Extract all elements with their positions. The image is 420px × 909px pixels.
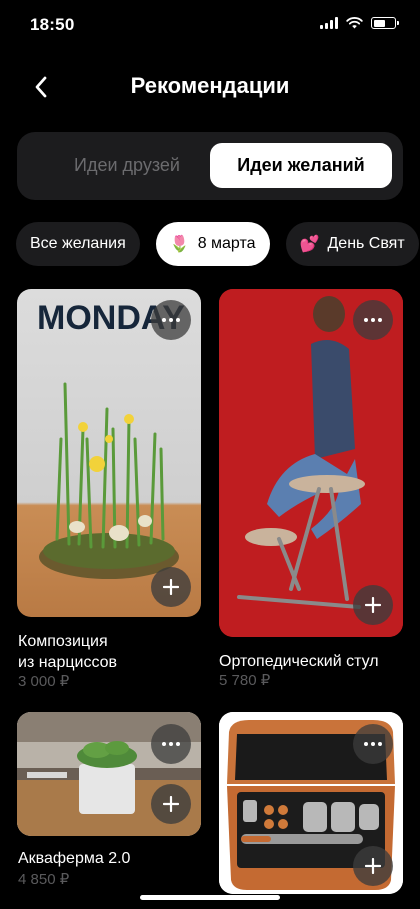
segmented-control: Идеи друзей Идеи желаний bbox=[17, 132, 403, 200]
add-wish-button[interactable] bbox=[151, 784, 191, 824]
page-title: Рекомендации bbox=[130, 73, 290, 98]
hearts-icon: 💕 bbox=[299, 236, 320, 253]
product-price: 3 000 ₽ bbox=[18, 673, 70, 690]
product-price: 5 780 ₽ bbox=[219, 672, 271, 689]
chip-label: 8 марта bbox=[197, 235, 256, 252]
product-title: Композиция из нарциссов bbox=[18, 633, 118, 671]
plus-icon bbox=[163, 796, 179, 812]
plus-icon bbox=[163, 579, 179, 595]
category-chips: Все желания 🌷 8 марта 💕 День Свят bbox=[16, 222, 419, 266]
product-price: 4 850 ₽ bbox=[18, 871, 70, 888]
chip-label: День Свят bbox=[327, 235, 405, 252]
product-card[interactable] bbox=[219, 712, 403, 894]
plus-icon bbox=[365, 597, 381, 613]
home-indicator bbox=[140, 895, 280, 900]
cellular-signal-icon bbox=[320, 17, 338, 29]
tulip-icon: 🌷 bbox=[169, 236, 190, 253]
status-time: 18:50 bbox=[30, 15, 75, 34]
more-options-button[interactable] bbox=[353, 724, 393, 764]
tab-friends-ideas[interactable]: Идеи друзей bbox=[35, 143, 219, 188]
add-wish-button[interactable] bbox=[353, 585, 393, 625]
tab-wish-ideas[interactable]: Идеи желаний bbox=[210, 143, 392, 188]
product-title: Акваферма 2.0 bbox=[18, 850, 131, 867]
add-wish-button[interactable] bbox=[353, 846, 393, 886]
status-icons bbox=[320, 17, 399, 29]
plus-icon bbox=[365, 858, 381, 874]
product-card[interactable]: Акваферма 2.0 4 850 ₽ bbox=[17, 712, 201, 892]
battery-icon bbox=[371, 17, 399, 29]
more-options-button[interactable] bbox=[151, 724, 191, 764]
chip-valentines-day[interactable]: 💕 День Свят bbox=[285, 222, 419, 266]
wifi-icon bbox=[346, 17, 363, 29]
product-card[interactable]: Ортопедический стул 5 780 ₽ bbox=[219, 289, 403, 689]
product-card[interactable]: MONDAY Композиция из нарциссов 3 000 ₽ bbox=[17, 289, 201, 690]
more-options-button[interactable] bbox=[151, 300, 191, 340]
navigation-bar: Рекомендации bbox=[0, 60, 420, 112]
add-wish-button[interactable] bbox=[151, 567, 191, 607]
chip-label: Все желания bbox=[30, 235, 126, 252]
status-bar: 18:50 bbox=[0, 0, 420, 50]
chip-march-8[interactable]: 🌷 8 марта bbox=[155, 222, 270, 266]
product-title: Ортопедический стул bbox=[219, 653, 379, 670]
more-options-button[interactable] bbox=[353, 300, 393, 340]
chip-all-wishes[interactable]: Все желания bbox=[16, 222, 140, 266]
